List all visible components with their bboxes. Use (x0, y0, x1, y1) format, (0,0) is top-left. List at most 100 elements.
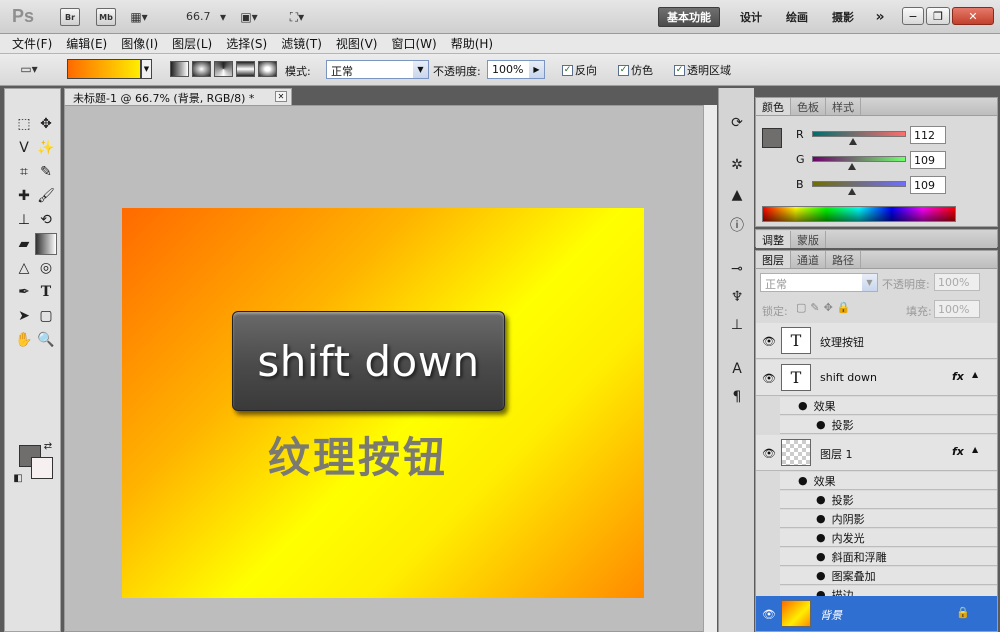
brush-presets-panel-icon[interactable]: ⊸ (726, 258, 748, 280)
green-thumb[interactable] (848, 163, 857, 170)
workspace-painting[interactable]: 绘画 (780, 7, 814, 27)
menu-image[interactable]: 图像(I) (121, 35, 158, 52)
blue-slider[interactable]: B 109 (796, 176, 996, 196)
lasso-tool-icon[interactable]: ᐯ (13, 137, 35, 159)
view-extras-icon[interactable]: ▦▾ (128, 8, 150, 26)
path-selection-tool-icon[interactable]: ➤ (13, 305, 35, 327)
default-colors-icon[interactable]: ◧ (11, 471, 25, 485)
green-value[interactable]: 109 (910, 151, 946, 169)
layer-name[interactable]: 图层 1 (820, 446, 853, 462)
linear-gradient-icon[interactable] (170, 61, 189, 77)
tab-masks[interactable]: 蒙版 (791, 231, 826, 248)
crop-tool-icon[interactable]: ⌗ (13, 161, 35, 183)
gradient-tool-preset-icon[interactable]: ▭▾ (18, 60, 40, 78)
red-thumb[interactable] (849, 138, 858, 145)
tab-styles[interactable]: 样式 (826, 98, 861, 115)
effects-row[interactable]: ● 效果 (780, 472, 997, 490)
histogram-panel-icon[interactable]: ▲ (726, 184, 748, 206)
restore-icon[interactable]: ❐ (926, 7, 950, 25)
eye-icon[interactable]: ● (816, 493, 826, 506)
background-color-swatch[interactable] (31, 457, 53, 479)
effect-row[interactable]: ● 图案叠加 (780, 567, 997, 585)
workspace-design[interactable]: 设计 (734, 7, 768, 27)
eye-icon[interactable]: ● (816, 531, 826, 544)
red-track[interactable] (812, 131, 906, 137)
eye-icon[interactable]: 👁 (762, 608, 776, 621)
layer-row[interactable]: 👁 图层 1 fx ▲ (756, 435, 997, 471)
effect-row[interactable]: ● 内阴影 (780, 510, 997, 528)
eye-icon[interactable]: ● (798, 474, 808, 487)
red-value[interactable]: 112 (910, 126, 946, 144)
workspace-photography[interactable]: 摄影 (826, 7, 860, 27)
history-panel-icon[interactable]: ⟳ (726, 112, 748, 134)
reflected-gradient-icon[interactable] (236, 61, 255, 77)
tab-swatches[interactable]: 色板 (791, 98, 826, 115)
radial-gradient-icon[interactable] (192, 61, 211, 77)
minimize-icon[interactable]: − (902, 7, 924, 25)
color-spectrum-bar[interactable] (762, 206, 956, 222)
screen-mode-icon[interactable]: ⛶▾ (286, 8, 308, 26)
collapse-effects-icon[interactable]: ▲ (972, 370, 978, 379)
menu-help[interactable]: 帮助(H) (451, 35, 493, 52)
lock-icons[interactable]: ▢✎✥🔒 (796, 301, 855, 314)
history-brush-tool-icon[interactable]: ⟲ (35, 209, 57, 231)
brush-panel-icon[interactable]: ♆ (726, 286, 748, 308)
tab-paths[interactable]: 路径 (826, 251, 861, 268)
eye-icon[interactable]: ● (816, 550, 826, 563)
dither-checkbox[interactable]: ✓ 仿色 (618, 62, 653, 78)
diamond-gradient-icon[interactable] (258, 61, 277, 77)
fill-input[interactable]: 100% (934, 300, 980, 318)
mini-bridge-button[interactable]: Mb (96, 8, 116, 26)
menu-view[interactable]: 视图(V) (336, 35, 378, 52)
reverse-checkbox[interactable]: ✓ 反向 (562, 62, 597, 78)
menu-filter[interactable]: 滤镜(T) (281, 35, 322, 52)
close-icon[interactable]: ✕ (952, 7, 994, 25)
color-foreground-swatch[interactable] (762, 128, 782, 148)
gradient-dropdown-icon[interactable]: ▼ (141, 59, 152, 79)
swap-colors-icon[interactable]: ⇄ (41, 439, 55, 453)
navigator-panel-icon[interactable]: ✲ (726, 154, 748, 176)
pen-tool-icon[interactable]: ✒ (13, 281, 35, 303)
tab-color[interactable]: 颜色 (756, 98, 791, 115)
layer-name[interactable]: 背景 (820, 607, 842, 623)
character-panel-icon[interactable]: A (726, 358, 748, 380)
shape-tool-icon[interactable]: ▢ (35, 305, 57, 327)
red-slider[interactable]: R 112 (796, 126, 996, 146)
blur-tool-icon[interactable]: △ (13, 257, 35, 279)
menu-window[interactable]: 窗口(W) (391, 35, 436, 52)
angle-gradient-icon[interactable] (214, 61, 233, 77)
layer-name[interactable]: shift down (820, 371, 877, 384)
effect-row[interactable]: ● 斜面和浮雕 (780, 548, 997, 566)
blue-value[interactable]: 109 (910, 176, 946, 194)
zoom-level[interactable]: 66.7 (186, 10, 211, 23)
menu-select[interactable]: 选择(S) (226, 35, 267, 52)
effects-row[interactable]: ● 效果 (780, 397, 997, 415)
eye-icon[interactable]: 👁 (762, 335, 776, 348)
tab-layers[interactable]: 图层 (756, 251, 791, 268)
close-icon[interactable]: ✕ (275, 91, 287, 102)
eyedropper-tool-icon[interactable]: ✎ (35, 161, 57, 183)
clone-source-panel-icon[interactable]: ⊥ (726, 314, 748, 336)
effect-row[interactable]: ● 内发光 (780, 529, 997, 547)
effect-row[interactable]: ● 投影 (780, 491, 997, 509)
green-slider[interactable]: G 109 (796, 151, 996, 171)
gradient-preview[interactable] (67, 59, 141, 79)
layer-name[interactable]: 纹理按钮 (820, 334, 864, 350)
type-tool-icon[interactable]: T (35, 281, 57, 303)
brush-tool-icon[interactable]: 🖌 (35, 185, 57, 207)
hand-tool-icon[interactable]: ✋ (13, 329, 35, 351)
layer-row-selected[interactable]: 👁 背景 🔒 (756, 596, 997, 631)
eye-icon[interactable]: ● (798, 399, 808, 412)
eye-icon[interactable]: 👁 (762, 372, 776, 385)
more-workspaces-icon[interactable]: » (870, 7, 890, 27)
menu-edit[interactable]: 编辑(E) (66, 35, 107, 52)
menu-file[interactable]: 文件(F) (12, 35, 52, 52)
blend-mode-select[interactable]: 正常 ▼ (760, 273, 878, 292)
bridge-button[interactable]: Br (60, 8, 80, 26)
fx-icon[interactable]: fx (952, 445, 964, 458)
tab-channels[interactable]: 通道 (791, 251, 826, 268)
effect-row[interactable]: ● 投影 (780, 416, 997, 434)
fx-icon[interactable]: fx (952, 370, 964, 383)
info-panel-icon[interactable]: ⓘ (726, 214, 748, 236)
eye-icon[interactable]: ● (816, 418, 826, 431)
